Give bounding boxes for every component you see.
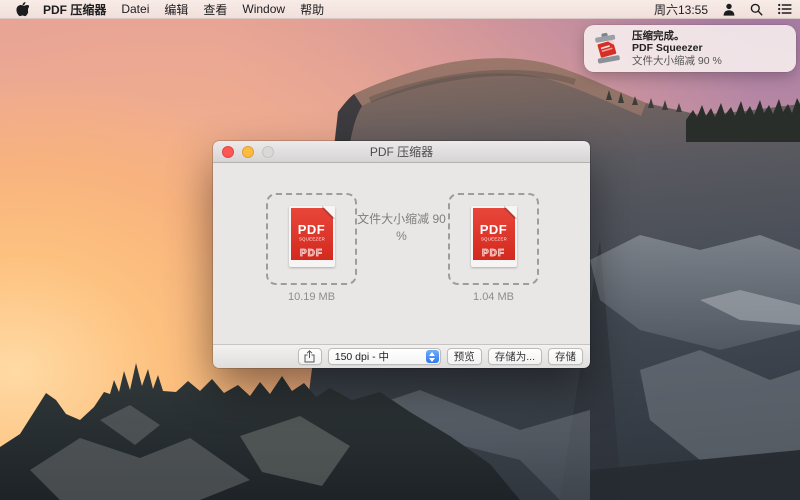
- apple-logo-icon: [16, 2, 29, 17]
- zoom-button-disabled[interactable]: [262, 146, 274, 158]
- save-as-button[interactable]: 存储为...: [488, 348, 542, 365]
- menu-bar: PDF 压缩器 Datei 编辑 查看 Window 帮助 周六13:55: [0, 0, 800, 19]
- menu-view[interactable]: 查看: [203, 1, 227, 18]
- select-stepper-icon: [426, 350, 439, 363]
- menu-clock[interactable]: 周六13:55: [654, 1, 708, 18]
- menu-help[interactable]: 帮助: [300, 1, 324, 18]
- dpi-quality-select[interactable]: 150 dpi - 中: [328, 348, 441, 365]
- close-button[interactable]: [222, 146, 234, 158]
- desktop: PDF 压缩器 Datei 编辑 查看 Window 帮助 周六13:55: [0, 0, 800, 500]
- share-icon: [304, 350, 315, 363]
- window-content: PDF SQUEEZER PDF PDF SQUEEZER PDF 文件大小缩减…: [213, 163, 590, 344]
- notification-center-icon[interactable]: [778, 3, 792, 15]
- pdf-icon-subtitle: SQUEEZER: [477, 238, 510, 242]
- notification-banner[interactable]: 压缩完成。 PDF Squeezer 文件大小缩减 90 %: [584, 25, 796, 72]
- pdf-icon-footer: PDF: [289, 248, 335, 259]
- menu-datei[interactable]: Datei: [121, 2, 149, 16]
- pdf-squeezer-app-icon: [591, 32, 624, 65]
- compressed-file-dropzone[interactable]: PDF SQUEEZER PDF: [448, 193, 539, 285]
- window-titlebar[interactable]: PDF 压缩器: [213, 141, 590, 163]
- window-title: PDF 压缩器: [370, 143, 433, 160]
- dpi-quality-value: 150 dpi - 中: [335, 349, 389, 364]
- preview-button[interactable]: 预览: [447, 348, 482, 365]
- notification-message: 文件大小缩减 90 %: [632, 55, 722, 68]
- size-reduction-label: 文件大小缩减 90 %: [356, 211, 447, 245]
- pdf-icon-title: PDF: [471, 222, 517, 237]
- pdf-icon-title: PDF: [289, 222, 335, 237]
- minimize-button[interactable]: [242, 146, 254, 158]
- compressed-file-size: 1.04 MB: [448, 291, 539, 303]
- notification-title: 压缩完成。: [632, 30, 722, 43]
- pdf-icon-subtitle: SQUEEZER: [295, 238, 328, 242]
- compressed-pdf-file-icon[interactable]: PDF SQUEEZER PDF: [471, 206, 517, 267]
- pdf-icon-fold-shadow: [322, 206, 335, 219]
- menu-window[interactable]: Window: [242, 2, 285, 16]
- window-toolbar: 150 dpi - 中 预览 存储为... 存储: [213, 344, 590, 368]
- menu-app-name[interactable]: PDF 压缩器: [43, 1, 106, 18]
- search-icon[interactable]: [750, 3, 763, 16]
- share-button[interactable]: [298, 348, 322, 365]
- notification-app-name: PDF Squeezer: [632, 42, 722, 55]
- notification-text: 压缩完成。 PDF Squeezer 文件大小缩减 90 %: [632, 30, 722, 68]
- original-file-dropzone[interactable]: PDF SQUEEZER PDF: [266, 193, 357, 285]
- pdf-icon-fold-shadow: [504, 206, 517, 219]
- apple-menu[interactable]: [16, 2, 29, 17]
- pdf-squeezer-window: PDF 压缩器 PDF SQUEEZER PDF: [213, 141, 590, 368]
- pdf-icon-footer: PDF: [471, 248, 517, 259]
- save-button[interactable]: 存储: [548, 348, 583, 365]
- menu-edit[interactable]: 编辑: [164, 1, 188, 18]
- original-file-size: 10.19 MB: [266, 291, 357, 303]
- user-icon[interactable]: [723, 3, 735, 16]
- original-pdf-file-icon[interactable]: PDF SQUEEZER PDF: [289, 206, 335, 267]
